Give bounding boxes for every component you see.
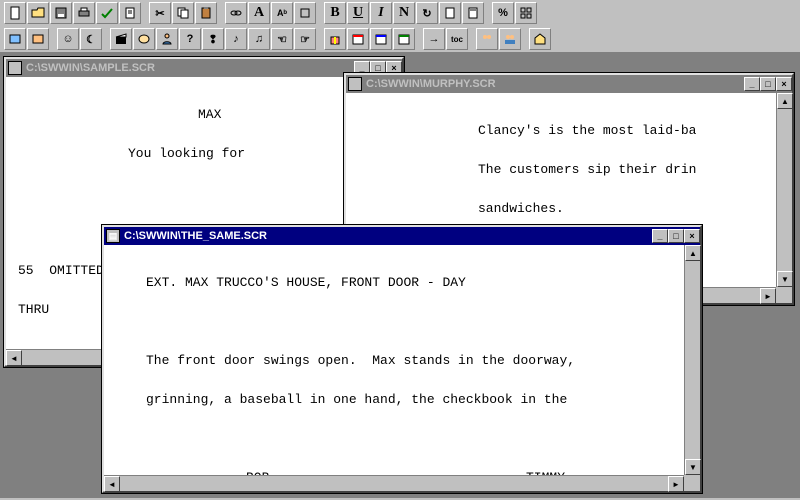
hscrollbar[interactable]: ◄ ► [104, 475, 684, 491]
vscrollbar[interactable]: ▲ ▼ [776, 93, 792, 287]
doc2-icon[interactable] [462, 2, 484, 24]
close-button[interactable]: × [776, 77, 792, 91]
font-icon[interactable]: A [248, 2, 270, 24]
page-setup-icon[interactable] [119, 2, 141, 24]
maximize-button[interactable]: □ [668, 229, 684, 243]
smile-icon[interactable]: ☺ [57, 28, 79, 50]
normal-button[interactable]: N [393, 2, 415, 24]
copy-icon[interactable] [172, 2, 194, 24]
title-text: C:\SWWIN\MURPHY.SCR [366, 78, 744, 90]
toolbar-row-1: ✂ A Aᵇ B U I N ↻ % [0, 0, 800, 26]
paste-icon[interactable] [195, 2, 217, 24]
titlebar-thesame[interactable]: ▤ C:\SWWIN\THE_SAME.SCR _ □ × [104, 227, 700, 245]
toc-icon[interactable]: toc [446, 28, 468, 50]
window-thesame[interactable]: ▤ C:\SWWIN\THE_SAME.SCR _ □ × EXT. MAX T… [102, 225, 702, 493]
percent-icon[interactable]: % [492, 2, 514, 24]
cal2-icon[interactable] [370, 28, 392, 50]
title-text: C:\SWWIN\SAMPLE.SCR [26, 62, 354, 74]
scroll-left-icon[interactable]: ◄ [104, 476, 120, 492]
scroll-up-icon[interactable]: ▲ [685, 245, 701, 261]
moon-icon[interactable]: ☾ [80, 28, 102, 50]
cal1-icon[interactable] [347, 28, 369, 50]
title-text: C:\SWWIN\THE_SAME.SCR [124, 230, 652, 242]
action-line: grinning, a baseball in one hand, the ch… [146, 390, 680, 410]
scroll-right-icon[interactable]: ► [668, 476, 684, 492]
mask-icon[interactable] [133, 28, 155, 50]
maximize-button[interactable]: □ [760, 77, 776, 91]
scroll-left-icon[interactable]: ◄ [6, 350, 22, 366]
person-icon[interactable] [156, 28, 178, 50]
scroll-up-icon[interactable]: ▲ [777, 93, 793, 109]
refresh-icon[interactable]: ↻ [416, 2, 438, 24]
toolbar-row-2: ☺ ☾ ? ❢ ♪ ♫ ☜ ☞ → toc [0, 26, 800, 52]
hand1-icon[interactable]: ☜ [271, 28, 293, 50]
cut-icon[interactable]: ✂ [149, 2, 171, 24]
minimize-button[interactable]: _ [652, 229, 668, 243]
exclaim-icon[interactable]: ❢ [202, 28, 224, 50]
bold-button[interactable]: B [324, 2, 346, 24]
action-line: sandwiches. [478, 199, 772, 219]
gift-icon[interactable] [324, 28, 346, 50]
arrow-icon[interactable]: → [423, 28, 445, 50]
scroll-down-icon[interactable]: ▼ [685, 459, 701, 475]
sysmenu-icon[interactable]: ▤ [348, 77, 362, 91]
action-line: Clancy's is the most laid-ba [478, 121, 772, 141]
doc1-icon[interactable] [439, 2, 461, 24]
underline-button[interactable]: U [347, 2, 369, 24]
hand2-icon[interactable]: ☞ [294, 28, 316, 50]
scene-number: 55 [18, 263, 34, 278]
people1-icon[interactable] [476, 28, 498, 50]
link-icon[interactable] [225, 2, 247, 24]
sysmenu-icon[interactable]: ▤ [106, 229, 120, 243]
superscript-icon[interactable]: Aᵇ [271, 2, 293, 24]
notes-icon[interactable]: ♫ [248, 28, 270, 50]
character-cue: TIMMY [526, 468, 565, 476]
slugline: EXT. MAX TRUCCO'S HOUSE, FRONT DOOR - DA… [146, 273, 680, 293]
scroll-down-icon[interactable]: ▼ [777, 271, 793, 287]
spellcheck-icon[interactable] [96, 2, 118, 24]
italic-button[interactable]: I [370, 2, 392, 24]
mdi-workspace: ▤ C:\SWWIN\SAMPLE.SCR _ □ × MAX You look… [0, 53, 800, 498]
toolbar-area: ✂ A Aᵇ B U I N ↻ % ☺ ☾ ? ❢ ♪ ♫ ☜ ☞ [0, 0, 800, 53]
scene-heading: OMITTED [49, 263, 104, 278]
home-icon[interactable] [529, 28, 551, 50]
window1-icon[interactable] [4, 28, 26, 50]
titlebar-sample[interactable]: ▤ C:\SWWIN\SAMPLE.SCR _ □ × [6, 59, 402, 77]
titlebar-murphy[interactable]: ▤ C:\SWWIN\MURPHY.SCR _ □ × [346, 75, 792, 93]
new-icon[interactable] [4, 2, 26, 24]
action-line: The customers sip their drin [478, 160, 772, 180]
doc-body-thesame[interactable]: EXT. MAX TRUCCO'S HOUSE, FRONT DOOR - DA… [104, 245, 700, 475]
people2-icon[interactable] [499, 28, 521, 50]
clapboard-icon[interactable] [110, 28, 132, 50]
question-icon[interactable]: ? [179, 28, 201, 50]
note-icon[interactable]: ♪ [225, 28, 247, 50]
save-icon[interactable] [50, 2, 72, 24]
sysmenu-icon[interactable]: ▤ [8, 61, 22, 75]
cal3-icon[interactable] [393, 28, 415, 50]
script-style-icon[interactable] [294, 2, 316, 24]
open-icon[interactable] [27, 2, 49, 24]
vscrollbar[interactable]: ▲ ▼ [684, 245, 700, 475]
character-cue: BOB [246, 468, 526, 476]
window2-icon[interactable] [27, 28, 49, 50]
close-button[interactable]: × [684, 229, 700, 243]
minimize-button[interactable]: _ [744, 77, 760, 91]
scroll-right-icon[interactable]: ► [760, 288, 776, 304]
action-line: The front door swings open. Max stands i… [146, 351, 680, 371]
print-icon[interactable] [73, 2, 95, 24]
grid-icon[interactable] [515, 2, 537, 24]
